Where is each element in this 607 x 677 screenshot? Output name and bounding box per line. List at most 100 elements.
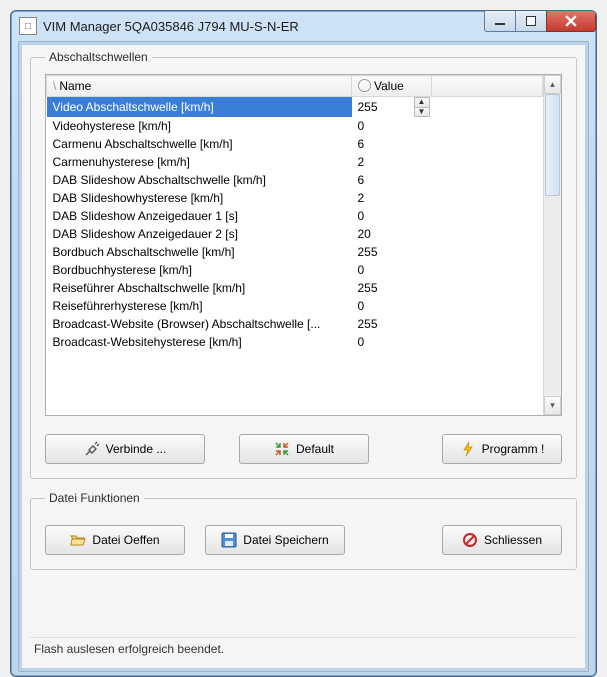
table-row[interactable]: DAB Slideshowhysterese [km/h]2 [47, 189, 543, 207]
table-row[interactable]: Bordbuch Abschaltschwelle [km/h]255 [47, 243, 543, 261]
row-gap [432, 297, 543, 315]
row-name[interactable]: DAB Slideshow Anzeigedauer 2 [s] [47, 225, 352, 243]
scroll-thumb[interactable] [545, 94, 560, 196]
column-header-spacer [432, 76, 543, 97]
row-gap [432, 117, 543, 135]
shrink-icon [274, 441, 290, 457]
row-gap [432, 189, 543, 207]
row-gap [432, 333, 543, 351]
row-value[interactable]: 0 [352, 297, 432, 315]
minimize-button[interactable] [484, 11, 516, 32]
row-name[interactable]: DAB Slideshow Anzeigedauer 1 [s] [47, 207, 352, 225]
row-name[interactable]: Videohysterese [km/h] [47, 117, 352, 135]
row-name[interactable]: Broadcast-Website (Browser) Abschaltschw… [47, 315, 352, 333]
row-name[interactable]: Carmenu Abschaltschwelle [km/h] [47, 135, 352, 153]
table-row[interactable]: Video Abschaltschwelle [km/h]▲▼ [47, 97, 543, 118]
row-name[interactable]: Carmenuhysterese [km/h] [47, 153, 352, 171]
app-window: □ VIM Manager 5QA035846 J794 MU-S-N-ER A… [10, 10, 597, 677]
open-file-button-label: Datei Oeffen [92, 533, 159, 547]
row-value[interactable]: 2 [352, 189, 432, 207]
row-gap [432, 135, 543, 153]
table-row[interactable]: Broadcast-Website (Browser) Abschaltschw… [47, 315, 543, 333]
file-actions: Datei Oeffen Datei Speichern Schliessen [45, 525, 562, 555]
save-file-button-label: Datei Speichern [243, 533, 328, 547]
row-gap [432, 315, 543, 333]
connect-button-label: Verbinde ... [106, 442, 167, 456]
value-input[interactable] [354, 97, 414, 117]
row-value[interactable]: 0 [352, 261, 432, 279]
close-button[interactable] [546, 11, 596, 32]
row-value[interactable]: 255 [352, 243, 432, 261]
save-file-button[interactable]: Datei Speichern [205, 525, 345, 555]
table-row[interactable]: Broadcast-Websitehysterese [km/h]0 [47, 333, 543, 351]
program-button[interactable]: Programm ! [442, 434, 562, 464]
row-value[interactable]: ▲▼ [352, 97, 432, 118]
table-row[interactable]: Carmenuhysterese [km/h]2 [47, 153, 543, 171]
row-value[interactable]: 0 [352, 333, 432, 351]
table-row[interactable]: Bordbuchhysterese [km/h]0 [47, 261, 543, 279]
column-header-value[interactable]: Value [352, 76, 432, 97]
table-row[interactable]: DAB Slideshow Abschaltschwelle [km/h]6 [47, 171, 543, 189]
row-gap [432, 97, 543, 118]
table-row[interactable]: Reiseführer Abschaltschwelle [km/h]255 [47, 279, 543, 297]
program-button-label: Programm ! [482, 442, 545, 456]
row-value[interactable]: 0 [352, 207, 432, 225]
scroll-up-button[interactable]: ▴ [544, 75, 561, 94]
group-file-legend: Datei Funktionen [45, 491, 144, 505]
no-entry-icon [462, 532, 478, 548]
threshold-actions: Verbinde ... Default [45, 434, 562, 464]
table-row[interactable]: DAB Slideshow Anzeigedauer 1 [s]0 [47, 207, 543, 225]
row-gap [432, 171, 543, 189]
threshold-list: \Name Value Video Abschaltschwelle [km/h… [45, 74, 562, 416]
maximize-icon [526, 16, 536, 26]
step-up-button[interactable]: ▲ [414, 97, 430, 107]
vertical-scrollbar[interactable]: ▴ ▾ [543, 75, 561, 415]
column-header-name-label: Name [59, 79, 91, 93]
connect-button[interactable]: Verbinde ... [45, 434, 205, 464]
sort-indicator-icon: \ [53, 79, 56, 93]
default-button-label: Default [296, 442, 334, 456]
lightning-icon [460, 441, 476, 457]
row-name[interactable]: DAB Slideshowhysterese [km/h] [47, 189, 352, 207]
row-name[interactable]: Bordbuch Abschaltschwelle [km/h] [47, 243, 352, 261]
table-row[interactable]: Reiseführerhysterese [km/h]0 [47, 297, 543, 315]
column-header-name[interactable]: \Name [47, 76, 352, 97]
scroll-track[interactable] [544, 94, 561, 396]
folder-open-icon [70, 532, 86, 548]
close-app-button[interactable]: Schliessen [442, 525, 562, 555]
column-header-value-label: Value [374, 79, 404, 93]
row-name[interactable]: Broadcast-Websitehysterese [km/h] [47, 333, 352, 351]
row-value[interactable]: 6 [352, 135, 432, 153]
titlebar[interactable]: □ VIM Manager 5QA035846 J794 MU-S-N-ER [11, 11, 596, 41]
status-bar: Flash auslesen erfolgreich beendet. [30, 637, 577, 660]
default-button[interactable]: Default [239, 434, 369, 464]
row-value[interactable]: 2 [352, 153, 432, 171]
table-row[interactable]: Videohysterese [km/h]0 [47, 117, 543, 135]
table-row[interactable]: Carmenu Abschaltschwelle [km/h]6 [47, 135, 543, 153]
maximize-button[interactable] [515, 11, 547, 32]
minimize-icon [495, 23, 505, 25]
table-row[interactable]: DAB Slideshow Anzeigedauer 2 [s]20 [47, 225, 543, 243]
threshold-table: \Name Value Video Abschaltschwelle [km/h… [46, 75, 543, 351]
row-value[interactable]: 20 [352, 225, 432, 243]
row-name[interactable]: Bordbuchhysterese [km/h] [47, 261, 352, 279]
step-down-button[interactable]: ▼ [414, 107, 430, 118]
row-value[interactable]: 255 [352, 279, 432, 297]
value-editor[interactable]: ▲▼ [354, 97, 430, 117]
row-value[interactable]: 0 [352, 117, 432, 135]
row-value[interactable]: 6 [352, 171, 432, 189]
client-area: Abschaltschwellen \Name Value [18, 41, 589, 672]
scroll-down-button[interactable]: ▾ [544, 396, 561, 415]
row-name[interactable]: Reiseführer Abschaltschwelle [km/h] [47, 279, 352, 297]
row-name[interactable]: DAB Slideshow Abschaltschwelle [km/h] [47, 171, 352, 189]
floppy-disk-icon [221, 532, 237, 548]
row-value[interactable]: 255 [352, 315, 432, 333]
open-file-button[interactable]: Datei Oeffen [45, 525, 185, 555]
row-name[interactable]: Video Abschaltschwelle [km/h] [47, 97, 352, 118]
group-file-functions: Datei Funktionen Datei Oeffen Datei Spei… [30, 491, 577, 570]
group-thresholds: Abschaltschwellen \Name Value [30, 50, 577, 479]
row-name[interactable]: Reiseführerhysterese [km/h] [47, 297, 352, 315]
app-icon: □ [19, 17, 37, 35]
window-title: VIM Manager 5QA035846 J794 MU-S-N-ER [43, 19, 485, 34]
close-app-button-label: Schliessen [484, 533, 542, 547]
